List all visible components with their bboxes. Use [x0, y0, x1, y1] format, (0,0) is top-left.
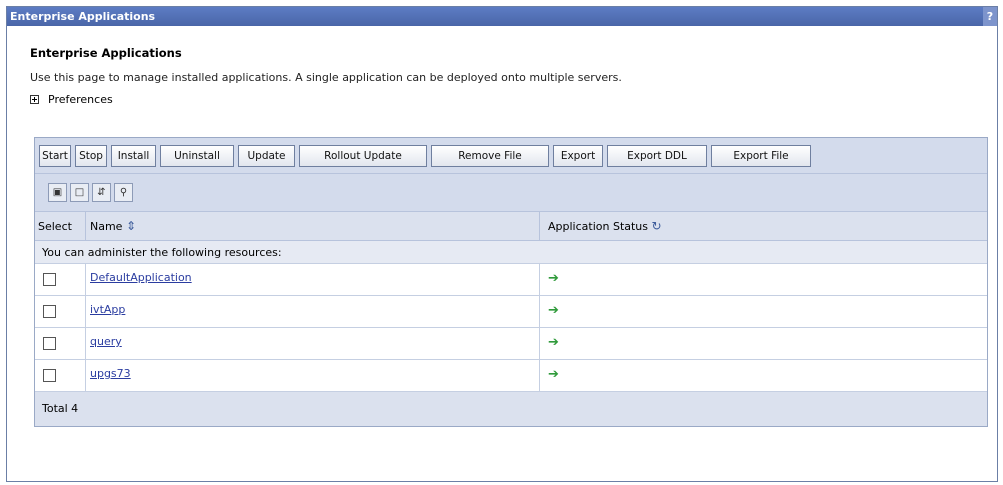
deselect-all-icon[interactable]: □: [70, 183, 89, 202]
uninstall-button[interactable]: Uninstall: [160, 144, 234, 167]
table-header: Select Name ⇕ Application Status ↻: [35, 212, 987, 241]
row-checkbox[interactable]: [43, 369, 56, 382]
started-arrow-icon: ➔: [548, 367, 559, 382]
table-row: DefaultApplication ➔: [35, 264, 987, 296]
help-icon[interactable]: ?: [983, 7, 997, 26]
select-column-header: Select: [35, 212, 86, 240]
export-file-button[interactable]: Export File: [711, 144, 811, 167]
status-header-label: Application Status: [548, 220, 649, 233]
row-checkbox[interactable]: [43, 273, 56, 286]
window-title-bar: Enterprise Applications ?: [7, 7, 997, 26]
application-link[interactable]: query: [90, 335, 122, 348]
page-description: Use this page to manage installed applic…: [30, 71, 622, 84]
action-button-bar: Start Stop Install Uninstall Update Roll…: [35, 138, 987, 174]
window-title: Enterprise Applications: [10, 10, 156, 23]
table-row: upgs73 ➔: [35, 360, 987, 392]
rollout-update-button[interactable]: Rollout Update: [299, 144, 427, 167]
sort-icon[interactable]: ⇕: [126, 219, 136, 233]
export-button[interactable]: Export: [553, 144, 603, 167]
update-button[interactable]: Update: [238, 144, 295, 167]
row-checkbox[interactable]: [43, 337, 56, 350]
application-link[interactable]: upgs73: [90, 367, 131, 380]
started-arrow-icon: ➔: [548, 335, 559, 350]
show-filter-icon[interactable]: ⇵: [92, 183, 111, 202]
table-row: query ➔: [35, 328, 987, 360]
application-link[interactable]: ivtApp: [90, 303, 125, 316]
preferences-toggle[interactable]: Preferences: [30, 93, 997, 106]
name-column-header[interactable]: Name ⇕: [86, 212, 540, 240]
resources-caption: You can administer the following resourc…: [35, 241, 987, 264]
export-ddl-button[interactable]: Export DDL: [607, 144, 707, 167]
application-link[interactable]: DefaultApplication: [90, 271, 192, 284]
table-row: ivtApp ➔: [35, 296, 987, 328]
page-title: Enterprise Applications: [30, 46, 182, 60]
applications-panel: Start Stop Install Uninstall Update Roll…: [34, 137, 988, 427]
clear-filter-icon[interactable]: ⚲: [114, 183, 133, 202]
stop-button[interactable]: Stop: [75, 144, 107, 167]
started-arrow-icon: ➔: [548, 271, 559, 286]
row-checkbox[interactable]: [43, 305, 56, 318]
select-all-icon[interactable]: ▣: [48, 183, 67, 202]
remove-file-button[interactable]: Remove File: [431, 144, 549, 167]
expand-icon[interactable]: [30, 95, 39, 104]
preferences-label: Preferences: [48, 93, 113, 106]
started-arrow-icon: ➔: [548, 303, 559, 318]
start-button[interactable]: Start: [39, 144, 71, 167]
table-tools-bar: ▣ □ ⇵ ⚲: [35, 174, 987, 212]
name-header-label: Name: [90, 220, 123, 233]
refresh-status-icon[interactable]: ↻: [652, 219, 662, 233]
status-column-header: Application Status ↻: [540, 212, 987, 240]
table-total: Total 4: [35, 392, 987, 426]
install-button[interactable]: Install: [111, 144, 156, 167]
